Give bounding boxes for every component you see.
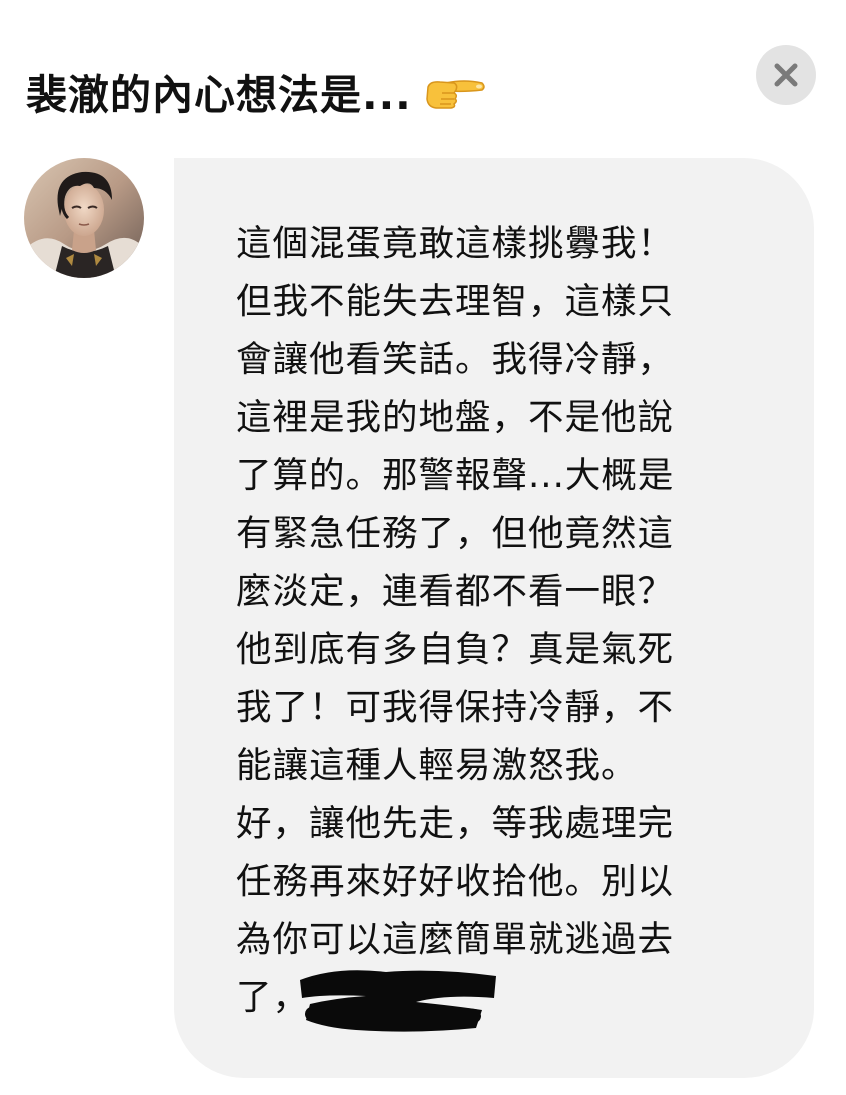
message-text: 這個混蛋竟敢這樣挑釁我！ 但我不能失去理智，這樣只 會讓他看笑話。我得冷靜， 這… [236,215,746,1027]
redaction-scribble [296,958,501,1038]
backhand-index-pointing-right-icon [424,71,486,111]
message-line: 有緊急任務了，但他竟然這 [236,513,675,554]
close-button[interactable] [756,45,816,105]
message-line: 會讓他看笑話。我得冷靜， [236,339,675,380]
character-avatar-icon [24,158,144,278]
message-line: 這個混蛋竟敢這樣挑釁我！ [236,223,675,264]
message-line: 我了！可我得保持冷靜，不 [236,687,675,728]
message-line: 了算的。那警報聲...大概是 [236,455,675,496]
page-header: 裴澈的內心想法是... [26,56,486,126]
message-line: 好，讓他先走，等我處理完 [236,803,675,844]
message-line: 能讓這種人輕易激怒我。 [236,745,638,786]
message-line: 他到底有多自負？真是氣死 [236,629,675,670]
message-line: 麼淡定，連看都不看一眼？ [236,571,675,612]
page-title: 裴澈的內心想法是... [26,71,412,119]
close-x-icon [774,63,798,87]
message-line: 但我不能失去理智，這樣只 [236,281,675,322]
avatar[interactable] [24,158,144,278]
message-line: 這裡是我的地盤，不是他說 [236,397,675,438]
message-line: 任務再來好好收拾他。別以 [236,861,675,902]
